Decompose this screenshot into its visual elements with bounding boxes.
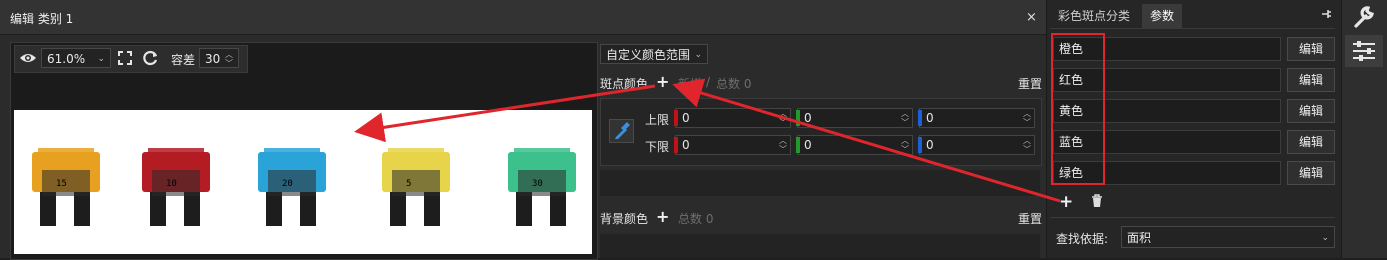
spot-list-area [600, 170, 1040, 196]
edit-class-button[interactable]: 编辑 [1287, 37, 1335, 61]
edit-class-button[interactable]: 编辑 [1287, 68, 1335, 92]
spot-total-label: 总数 0 [716, 77, 752, 91]
edit-class-button[interactable]: 编辑 [1287, 130, 1335, 154]
channel-color-bar [918, 110, 922, 126]
color-mode-select[interactable]: 自定义颜色范围 ⌄ [600, 44, 708, 64]
channel-value: 0 [804, 138, 812, 152]
svg-text:10: 10 [166, 179, 177, 189]
svg-text:30: 30 [532, 179, 543, 189]
channel-color-bar [796, 137, 800, 153]
spin-arrows-icon[interactable]: ︿ ﹀ [901, 109, 909, 127]
fuse-5: 30 [508, 148, 576, 226]
highlight-box [1051, 33, 1105, 185]
zoom-select[interactable]: 61.0% ⌄ [41, 48, 111, 68]
find-by-label: 查找依据: [1056, 232, 1109, 246]
chevron-down-icon: ⌄ [1321, 233, 1329, 243]
section-divider [1050, 217, 1335, 218]
fit-to-window-icon[interactable] [118, 51, 132, 65]
spin-arrows-icon[interactable]: ︿ ﹀ [779, 136, 787, 154]
tab-parameters[interactable]: 参数 [1142, 4, 1183, 28]
channel-value: 0 [682, 111, 690, 125]
zoom-value: 61.0% [47, 52, 86, 66]
channel-value: 0 [682, 138, 690, 152]
lower-channel-1-spinbox[interactable]: 0 ︿ ﹀ [674, 135, 791, 155]
background-list-area [600, 234, 1040, 258]
find-by-select[interactable]: 面积 ⌄ [1121, 226, 1335, 248]
upper-channel-3-spinbox[interactable]: 0 ︿ ﹀ [918, 108, 1035, 128]
trash-icon[interactable] [1090, 194, 1104, 208]
upper-limit-label: 上限 [645, 113, 670, 127]
fuse-1: 15 [32, 148, 100, 226]
edit-class-button[interactable]: 编辑 [1287, 161, 1335, 185]
channel-color-bar [796, 110, 800, 126]
channel-value: 0 [926, 138, 934, 152]
upper-channel-2-spinbox[interactable]: 0 ︿ ﹀ [796, 108, 913, 128]
add-background-color-icon[interactable]: + [656, 207, 669, 226]
dialog-title: 编辑 类别 1 [10, 12, 74, 26]
chevron-down-icon: ⌄ [694, 50, 702, 60]
spin-arrows-icon[interactable]: ︿ ﹀ [779, 109, 787, 127]
spin-arrows-icon[interactable]: ︿ ﹀ [901, 136, 909, 154]
chevron-down-icon: ⌄ [97, 54, 105, 64]
eye-icon[interactable] [19, 51, 37, 65]
sliders-tab[interactable] [1345, 35, 1383, 67]
channel-color-bar [674, 110, 678, 126]
new-label: 新增 [678, 77, 703, 91]
background-color-label: 背景颜色 [600, 212, 649, 226]
channel-value: 0 [804, 111, 812, 125]
svg-text:20: 20 [282, 179, 293, 189]
background-total-label: 总数 0 [678, 212, 714, 226]
add-class-icon[interactable]: + [1059, 192, 1073, 212]
lower-channel-2-spinbox[interactable]: 0 ︿ ﹀ [796, 135, 913, 155]
separator: / [706, 75, 711, 89]
channel-color-bar [674, 137, 678, 153]
eyedropper-icon [615, 122, 630, 139]
sliders-icon [1353, 41, 1375, 61]
background-reset-button[interactable]: 重置 [1018, 210, 1042, 227]
channel-value: 0 [926, 111, 934, 125]
svg-text:5: 5 [406, 179, 411, 189]
fuse-2: 10 [142, 148, 210, 226]
spin-arrows-icon[interactable]: ︿ ﹀ [1023, 136, 1031, 154]
spot-reset-button[interactable]: 重置 [1018, 75, 1042, 92]
tolerance-label: 容差 [171, 53, 196, 67]
eyedropper-button[interactable] [609, 119, 634, 143]
wrench-icon[interactable] [1352, 4, 1376, 30]
color-mode-value: 自定义颜色范围 [606, 48, 691, 62]
spin-arrows-icon[interactable]: ︿ ﹀ [1023, 109, 1031, 127]
spot-color-label: 斑点颜色 [600, 77, 649, 91]
spin-arrows-icon: ︿ ﹀ [225, 50, 233, 68]
refresh-icon[interactable] [143, 50, 159, 66]
upper-channel-1-spinbox[interactable]: 0 ︿ ﹀ [674, 108, 791, 128]
fuses-picture: 15 10 20 5 30 [32, 148, 576, 226]
dialog-titlebar [0, 0, 1046, 35]
lower-channel-3-spinbox[interactable]: 0 ︿ ﹀ [918, 135, 1035, 155]
close-icon[interactable]: × [1026, 10, 1037, 25]
pin-icon[interactable] [1320, 8, 1332, 20]
sample-image[interactable]: 15 10 20 5 30 [14, 110, 592, 254]
add-spot-color-icon[interactable]: + [656, 72, 669, 91]
fuse-4: 5 [382, 148, 450, 226]
svg-text:15: 15 [56, 179, 67, 189]
tab-color-blob-classify[interactable]: 彩色斑点分类 [1050, 4, 1138, 28]
channel-color-bar [918, 137, 922, 153]
lower-limit-label: 下限 [645, 140, 670, 154]
fuse-3: 20 [258, 148, 326, 226]
tolerance-value: 30 [205, 52, 221, 66]
find-by-value: 面积 [1127, 231, 1152, 245]
edit-class-button[interactable]: 编辑 [1287, 99, 1335, 123]
tab-divider [1050, 28, 1335, 29]
tolerance-spinbox[interactable]: 30 ︿ ﹀ [199, 48, 239, 68]
